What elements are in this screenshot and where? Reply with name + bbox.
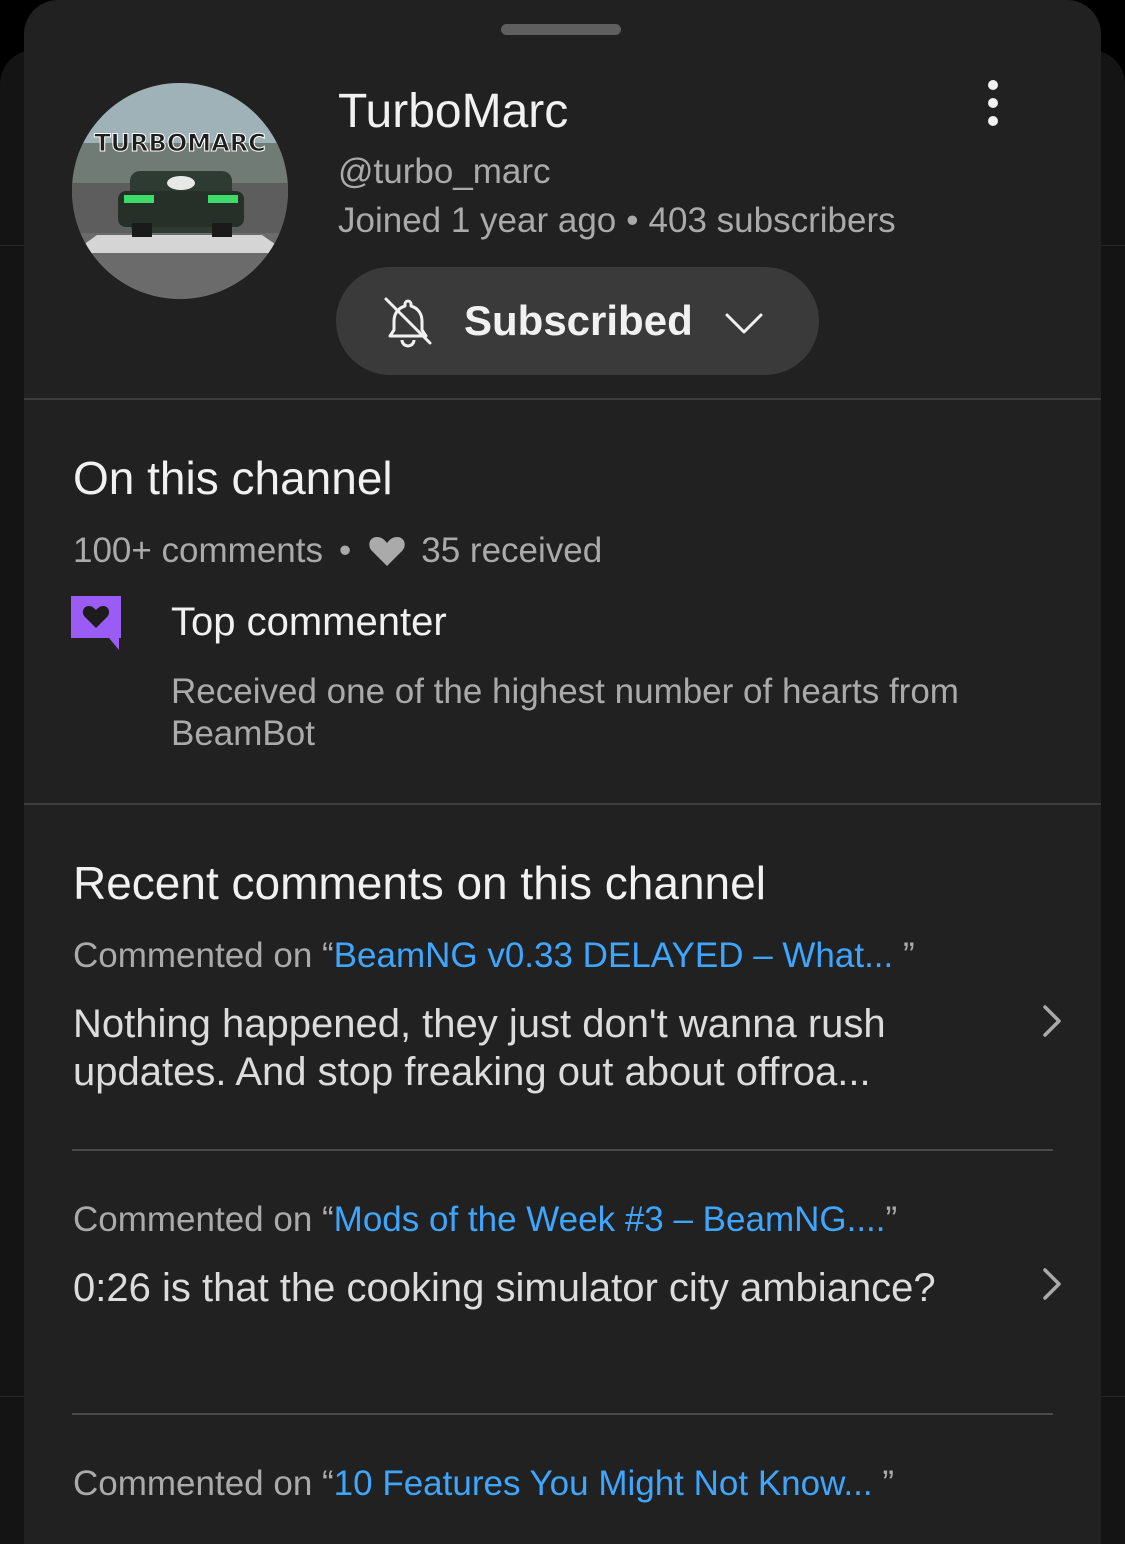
comment-context: Commented on “BeamNG v0.33 DELAYED – Wha… bbox=[73, 934, 1053, 978]
subscribed-label: Subscribed bbox=[464, 297, 693, 344]
chevron-right-icon[interactable] bbox=[1039, 1002, 1065, 1040]
video-title-link[interactable]: Mods of the Week #3 – BeamNG.... bbox=[334, 1200, 886, 1239]
section-divider bbox=[24, 803, 1101, 805]
subscribed-button[interactable]: Subscribed bbox=[336, 267, 819, 375]
avatar-logo-text: TURBOMARC bbox=[94, 129, 266, 157]
comment-prefix: Commented on “ bbox=[73, 1200, 334, 1239]
avatar[interactable]: TURBOMARC bbox=[72, 83, 288, 299]
stats-separator: • bbox=[339, 531, 352, 570]
top-commenter-description: Received one of the highest number of he… bbox=[171, 672, 959, 753]
joined-date: Joined 1 year ago bbox=[338, 201, 617, 240]
notifications-off-icon bbox=[384, 297, 432, 348]
channel-meta: Joined 1 year ago • 403 subscribers bbox=[338, 199, 896, 243]
recent-comments-heading: Recent comments on this channel bbox=[73, 857, 766, 909]
channel-stats: 100+ comments • 35 received bbox=[73, 528, 602, 574]
comment-context: Commented on “10 Features You Might Not … bbox=[73, 1462, 1053, 1506]
top-commenter-title: Top commenter bbox=[171, 600, 447, 644]
channel-handle: @turbo_marc bbox=[338, 152, 551, 191]
video-title-link[interactable]: 10 Features You Might Not Know... bbox=[334, 1464, 873, 1503]
channel-bottom-sheet: TURBOMARC TurboMarc @turbo_marc Joined 1… bbox=[24, 0, 1101, 1544]
heart-comment-badge-icon bbox=[71, 596, 121, 650]
comment-suffix: ” bbox=[885, 1200, 898, 1239]
comment-item[interactable]: Commented on “10 Features You Might Not … bbox=[73, 1462, 1053, 1528]
comment-suffix: ” bbox=[872, 1464, 895, 1503]
chevron-right-icon[interactable] bbox=[1039, 1265, 1065, 1303]
chevron-down-icon bbox=[725, 313, 763, 334]
comment-prefix: Commented on “ bbox=[73, 1464, 334, 1503]
comment-divider bbox=[72, 1413, 1053, 1415]
comment-prefix: Commented on “ bbox=[73, 936, 334, 975]
comment-divider bbox=[72, 1149, 1053, 1151]
on-this-channel-heading: On this channel bbox=[73, 452, 393, 504]
more-vertical-icon bbox=[988, 80, 998, 90]
comment-item[interactable]: Commented on “BeamNG v0.33 DELAYED – Wha… bbox=[73, 934, 1061, 1096]
section-divider bbox=[24, 398, 1101, 400]
comments-count: 100+ comments bbox=[73, 531, 323, 570]
comment-text: 0:26 is that the cooking simulator city … bbox=[73, 1266, 936, 1310]
comment-suffix: ” bbox=[893, 936, 915, 975]
more-options-button[interactable] bbox=[974, 72, 1012, 134]
heart-icon bbox=[369, 537, 405, 566]
comment-text: Nothing happened, they just don't wanna … bbox=[73, 1002, 886, 1094]
subscriber-count: 403 subscribers bbox=[648, 201, 896, 240]
comment-context: Commented on “Mods of the Week #3 – Beam… bbox=[73, 1198, 1053, 1242]
hearts-received: 35 received bbox=[421, 531, 603, 570]
avatar-image: TURBOMARC bbox=[72, 83, 288, 299]
comment-item[interactable]: Commented on “Mods of the Week #3 – Beam… bbox=[73, 1198, 1061, 1312]
meta-separator: • bbox=[626, 201, 639, 240]
video-title-link[interactable]: BeamNG v0.33 DELAYED – What... bbox=[334, 936, 894, 975]
drag-handle[interactable] bbox=[501, 24, 621, 35]
channel-name[interactable]: TurboMarc bbox=[338, 84, 568, 140]
